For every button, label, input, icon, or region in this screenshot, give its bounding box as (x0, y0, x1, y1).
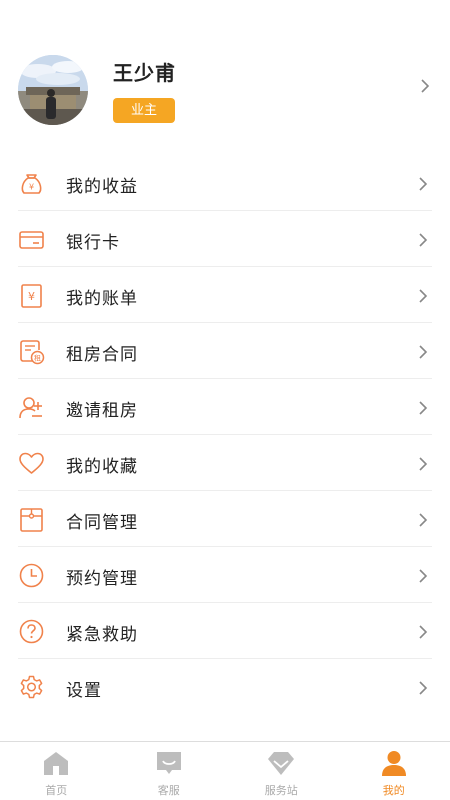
chevron-right-icon (418, 512, 428, 532)
home-icon (42, 749, 70, 777)
menu-item-favorites[interactable]: 我的收藏 (0, 435, 450, 491)
avatar[interactable] (18, 55, 88, 125)
menu-item-invite-rent[interactable]: 邀请租房 (0, 379, 450, 435)
heart-icon (18, 450, 45, 477)
chevron-right-icon[interactable] (420, 78, 430, 98)
menu-item-settings[interactable]: 设置 (0, 659, 450, 715)
avatar-photo (18, 55, 88, 125)
service-station-icon (267, 749, 295, 777)
money-bag-icon: ¥ (18, 170, 45, 197)
chevron-right-icon (418, 288, 428, 308)
chevron-right-icon (418, 680, 428, 700)
menu-item-contract-management[interactable]: 合同管理 (0, 491, 450, 547)
svg-text:¥: ¥ (28, 290, 35, 303)
tab-mine[interactable]: 我的 (338, 742, 450, 800)
person-icon (380, 749, 408, 777)
chevron-right-icon (418, 232, 428, 252)
chevron-right-icon (418, 176, 428, 196)
bill-icon: ¥ (18, 282, 45, 309)
tab-label: 我的 (382, 784, 405, 797)
role-badge: 业主 (113, 98, 175, 123)
menu-item-rent-contract[interactable]: 租 租房合同 (0, 323, 450, 379)
menu-item-appointment-management[interactable]: 预约管理 (0, 547, 450, 603)
user-name: 王少甫 (113, 61, 176, 85)
profile-page: 王少甫 业主 ¥ 我的收益 银行卡 ¥ 我的账单 租 租房合同 邀请租房 我的收… (0, 0, 450, 800)
invite-user-icon (18, 394, 45, 421)
bottom-tab-bar: 首页 客服 服务站 我的 (0, 741, 450, 800)
clock-icon (18, 562, 45, 589)
tab-label: 服务站 (264, 784, 298, 797)
rent-contract-icon: 租 (18, 338, 45, 365)
menu-item-label: 我的收益 (66, 177, 138, 197)
menu-item-label: 合同管理 (66, 513, 138, 533)
profile-header[interactable]: 王少甫 业主 (0, 40, 450, 140)
tab-service-station[interactable]: 服务站 (225, 742, 338, 800)
menu-item-bank-card[interactable]: 银行卡 (0, 211, 450, 267)
bank-card-icon (18, 226, 45, 253)
chevron-right-icon (418, 344, 428, 364)
gear-icon (18, 674, 45, 701)
chevron-right-icon (418, 568, 428, 588)
menu-item-label: 邀请租房 (66, 401, 138, 421)
contract-folder-icon (18, 506, 45, 533)
chevron-right-icon (418, 624, 428, 644)
menu-item-label: 我的收藏 (66, 457, 138, 477)
svg-text:¥: ¥ (29, 183, 34, 192)
tab-home[interactable]: 首页 (0, 742, 113, 800)
menu-item-label: 租房合同 (66, 345, 138, 365)
menu-item-label: 预约管理 (66, 569, 138, 589)
question-icon (18, 618, 45, 645)
tab-label: 首页 (45, 784, 68, 797)
menu-item-label: 紧急救助 (66, 625, 138, 645)
chevron-right-icon (418, 400, 428, 420)
tab-customer-service[interactable]: 客服 (113, 742, 226, 800)
menu-list: ¥ 我的收益 银行卡 ¥ 我的账单 租 租房合同 邀请租房 我的收藏 合同管理 … (0, 155, 450, 715)
menu-item-label: 银行卡 (66, 233, 120, 253)
chat-icon (155, 749, 183, 777)
menu-item-bills[interactable]: ¥ 我的账单 (0, 267, 450, 323)
menu-item-label: 我的账单 (66, 289, 138, 309)
svg-text:租: 租 (34, 354, 41, 362)
menu-item-label: 设置 (66, 681, 102, 701)
menu-item-earnings[interactable]: ¥ 我的收益 (0, 155, 450, 211)
chevron-right-icon (418, 456, 428, 476)
tab-label: 客服 (157, 784, 180, 797)
menu-item-emergency-help[interactable]: 紧急救助 (0, 603, 450, 659)
